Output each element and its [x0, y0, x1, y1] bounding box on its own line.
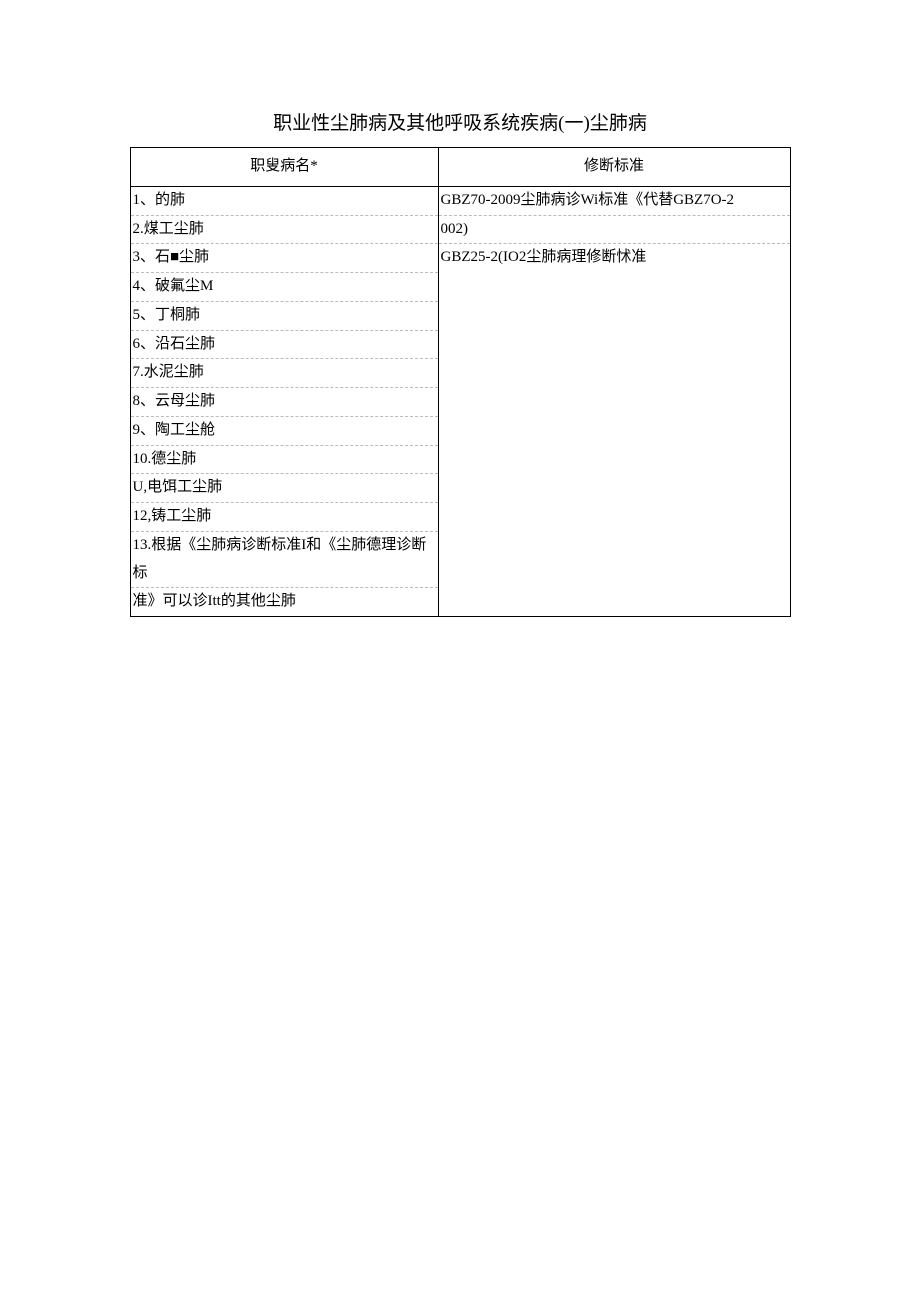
left-text: 3、石■尘肺	[133, 249, 210, 265]
left-line: 13.根据《尘肺病诊断标准I和《尘肺德理诊断标	[131, 532, 438, 589]
left-line: 5、丁桐肺	[131, 302, 438, 331]
left-line: 3、石■尘肺	[131, 244, 438, 273]
header-col2: 修断标准	[438, 148, 790, 187]
right-body-cell: GBZ70-2009尘肺病诊Wi标准《代替GBZ7O-2 002) GBZ25-…	[438, 186, 790, 616]
left-line: 7.水泥尘肺	[131, 359, 438, 388]
left-text: 准》可以诊Itt的其他尘肺	[133, 593, 296, 609]
left-line: 10.德尘肺	[131, 446, 438, 475]
left-text: 12,铸工尘肺	[133, 508, 212, 524]
left-text: 5、丁桐肺	[133, 307, 201, 323]
right-text: GBZ25-2(IO2尘肺病理修断怵准	[441, 249, 647, 265]
left-text: 9、陶工尘舱	[133, 422, 216, 438]
table-header-row: 职叟病名* 修断标准	[130, 148, 790, 187]
left-line: 8、云母尘肺	[131, 388, 438, 417]
left-line: 12,铸工尘肺	[131, 503, 438, 532]
table-body-row: 1、的肺 2.煤工尘肺 3、石■尘肺 4、破氟尘M 5、丁桐肺 6、沿石尘肺 7…	[130, 186, 790, 616]
left-line: 9、陶工尘舱	[131, 417, 438, 446]
right-text: 002)	[441, 221, 469, 237]
right-line: GBZ25-2(IO2尘肺病理修断怵准	[439, 244, 790, 272]
left-line: 1、的肺	[131, 187, 438, 216]
main-table: 职叟病名* 修断标准 1、的肺 2.煤工尘肺 3、石■尘肺 4、破氟尘M 5、丁…	[130, 147, 791, 617]
left-text: 8、云母尘肺	[133, 393, 216, 409]
page-title: 职业性尘肺病及其他呼吸系统疾病(一)尘肺病	[0, 108, 920, 135]
left-text: 7.水泥尘肺	[133, 364, 204, 380]
left-text: 1、的肺	[133, 192, 186, 208]
left-body-cell: 1、的肺 2.煤工尘肺 3、石■尘肺 4、破氟尘M 5、丁桐肺 6、沿石尘肺 7…	[130, 186, 438, 616]
left-text: 10.德尘肺	[133, 451, 197, 467]
left-line: 2.煤工尘肺	[131, 216, 438, 245]
left-text: 4、破氟尘M	[133, 278, 214, 294]
left-line: U,电饵工尘肺	[131, 474, 438, 503]
left-text: 13.根据《尘肺病诊断标准I和《尘肺德理诊断标	[133, 537, 427, 581]
right-line: 002)	[439, 216, 790, 245]
left-text: 2.煤工尘肺	[133, 221, 204, 237]
left-text: U,电饵工尘肺	[133, 479, 223, 495]
left-line: 4、破氟尘M	[131, 273, 438, 302]
left-line: 6、沿石尘肺	[131, 331, 438, 360]
right-line: GBZ70-2009尘肺病诊Wi标准《代替GBZ7O-2	[439, 187, 790, 216]
left-line: 准》可以诊Itt的其他尘肺	[131, 588, 438, 616]
header-col1: 职叟病名*	[130, 148, 438, 187]
document-page: 职业性尘肺病及其他呼吸系统疾病(一)尘肺病 职叟病名* 修断标准 1、的肺 2.…	[0, 0, 920, 617]
right-text: GBZ70-2009尘肺病诊Wi标准《代替GBZ7O-2	[441, 192, 735, 208]
left-text: 6、沿石尘肺	[133, 336, 216, 352]
